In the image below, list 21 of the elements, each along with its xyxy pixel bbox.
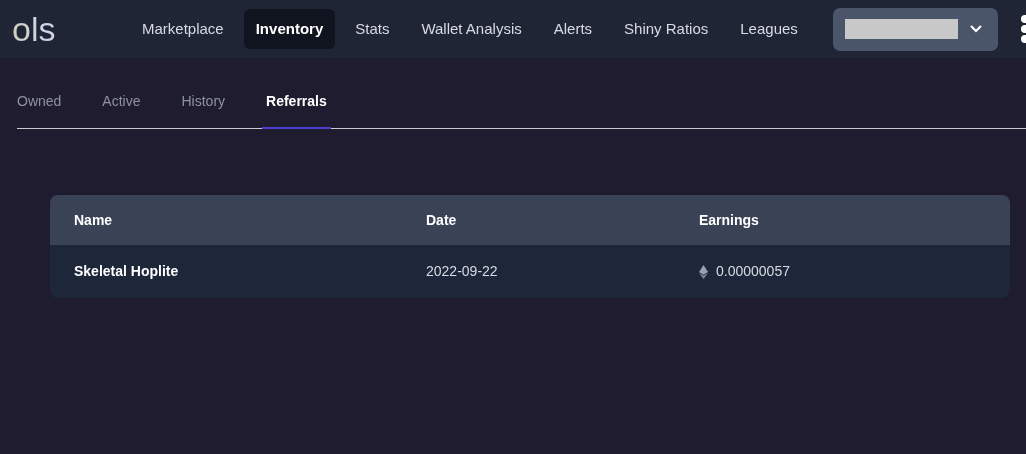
nav-link[interactable]: Leagues [728,8,810,50]
nav-link[interactable]: Inventory [243,8,336,50]
ethereum-icon [699,264,708,279]
nav-link[interactable]: Stats [343,8,402,50]
tab[interactable]: Active [102,91,141,129]
table-cell-text: 0.00000057 [716,262,790,281]
tab[interactable]: Owned [17,91,62,129]
nav-link[interactable]: Alerts [541,8,605,50]
nav-link[interactable]: Wallet Analysis [409,8,534,50]
tab[interactable]: Referrals [262,91,331,129]
nav-link[interactable]: Shiny Ratios [612,8,721,50]
nav-link[interactable]: Marketplace [130,8,236,50]
table-cell-text: Skeletal Hoplite [74,262,180,281]
column-header: Name [74,210,114,230]
table-cell-text: 2022-09-22 [426,262,499,281]
column-header: Date [426,210,458,230]
wallet-dropdown[interactable] [833,7,998,51]
chevron-down-icon [970,25,982,33]
tab[interactable]: History [181,91,226,129]
menu-icon[interactable] [1020,14,1026,44]
column-header: Earnings [699,210,760,230]
